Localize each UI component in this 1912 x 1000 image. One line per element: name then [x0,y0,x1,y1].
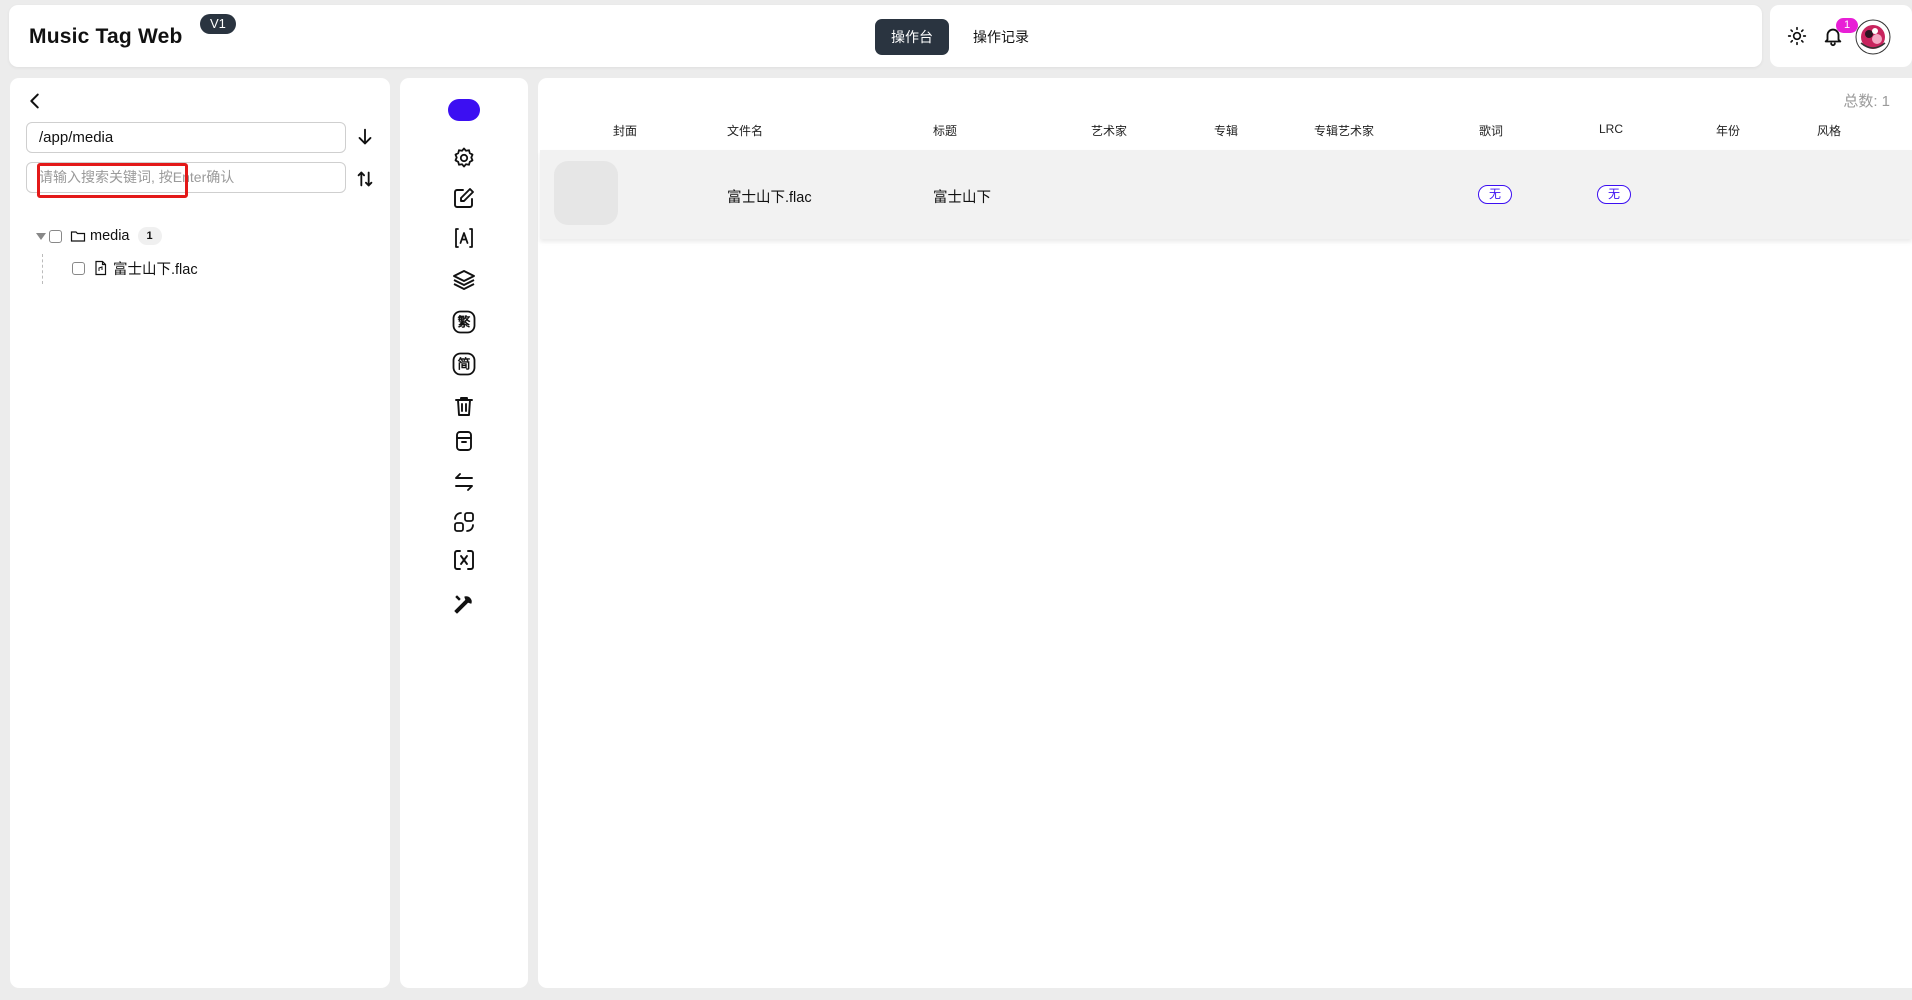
traditional-chinese-icon[interactable]: 繁 [452,310,476,334]
cell-filename: 富士山下.flac [727,190,812,206]
total-count: 总数: 1 [1843,93,1890,110]
traditional-char: 繁 [457,315,471,331]
folder-checkbox[interactable] [49,229,62,243]
column-header-lrc[interactable]: LRC [1599,122,1623,136]
column-header-filename[interactable]: 文件名 [727,122,763,139]
edit-icon[interactable] [452,186,476,210]
cover-thumbnail [554,161,618,225]
column-header-year[interactable]: 年份 [1716,122,1740,139]
tab-dashboard[interactable]: 操作台 [875,19,949,55]
version-badge: V1 [200,14,236,34]
unlink-icon[interactable] [452,548,476,572]
brand-title: Music Tag Web [29,25,183,48]
column-header-genre[interactable]: 风格 [1817,122,1841,139]
tree-guide-line [42,254,43,284]
folder-icon [70,228,86,244]
theme-toggle-icon[interactable] [1787,26,1807,46]
lrc-status-badge: 无 [1597,185,1631,204]
archive-icon[interactable] [452,429,476,453]
file-checkbox[interactable] [72,261,85,275]
avatar[interactable] [1855,19,1891,55]
top-right-actions: 1 [1770,5,1912,67]
notification-badge: 1 [1836,18,1858,33]
folder-count-badge: 1 [137,227,162,245]
top-bar: Music Tag Web V1 操作台 操作记录 [9,5,1762,67]
file-name: 富士山下.flac [113,261,198,278]
folder-name: media [90,228,130,244]
trash-icon[interactable] [452,394,476,418]
tab-history[interactable]: 操作记录 [957,19,1045,55]
layers-icon[interactable] [452,268,476,292]
file-icon [93,260,109,276]
simplified-chinese-icon[interactable]: 简 [452,352,476,376]
file-browser-panel: media 1 富士山下.flac [10,78,390,988]
tag-table-panel: 总数: 1 封面 文件名 标题 艺术家 专辑 专辑艺术家 歌词 LRC 年份 风… [538,78,1912,988]
simplified-char: 简 [457,357,470,373]
arrow-down-icon[interactable] [354,126,376,148]
tool-panel: 繁 简 [400,78,528,988]
back-arrow-icon[interactable] [24,90,46,112]
lyrics-status-badge: 无 [1478,185,1512,204]
table-row[interactable]: 富士山下.flac 富士山下 无 无 [540,150,1912,239]
tool-indicator-pill[interactable] [448,99,480,121]
selection-highlight [37,163,188,198]
tree-folder-row[interactable]: media 1 [36,224,162,248]
column-header-artist[interactable]: 艺术家 [1091,122,1127,139]
column-header-cover[interactable]: 封面 [613,122,637,139]
convert-icon[interactable] [452,510,476,534]
column-header-album-artist[interactable]: 专辑艺术家 [1314,122,1374,139]
wrench-icon[interactable] [452,592,476,616]
column-header-title[interactable]: 标题 [933,122,957,139]
column-header-album[interactable]: 专辑 [1214,122,1238,139]
cell-title: 富士山下 [933,190,991,206]
caret-down-icon[interactable] [36,232,46,240]
gear-icon[interactable] [452,146,476,170]
tree-file-row[interactable]: 富士山下.flac [72,256,198,280]
swap-icon[interactable] [452,470,476,494]
sort-icon[interactable] [354,168,376,190]
path-input[interactable] [26,122,346,153]
column-header-lyrics[interactable]: 歌词 [1479,122,1503,139]
auto-tag-icon[interactable] [452,226,476,250]
